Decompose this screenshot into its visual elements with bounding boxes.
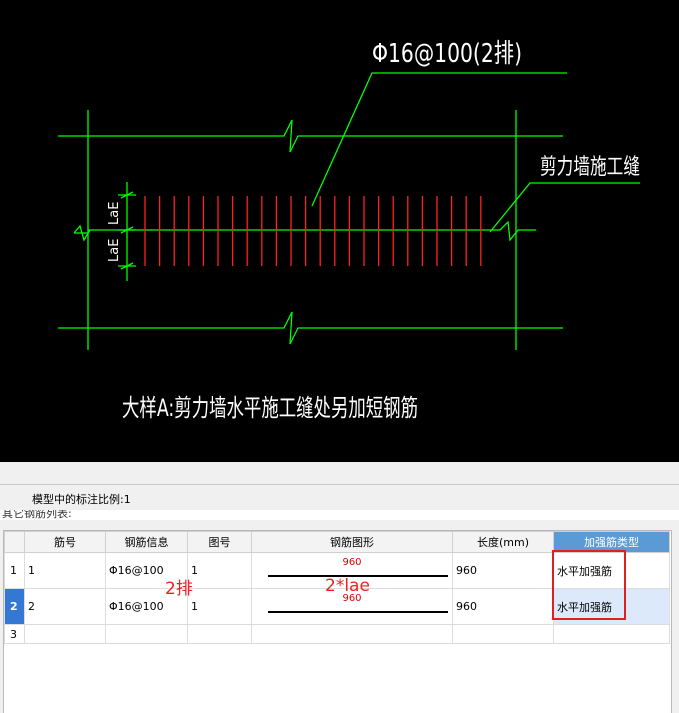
detail-caption: 大样A:剪力墙水平施工缝处另加短钢筋 xyxy=(122,394,418,422)
length-cell[interactable]: 960 xyxy=(452,588,554,625)
length-cell[interactable] xyxy=(452,624,554,644)
dim-lower-label: LaE xyxy=(107,239,122,262)
header-rownum xyxy=(4,531,25,553)
wall-top-line xyxy=(58,119,563,153)
panel-title-strip: 其它钢筋列表: xyxy=(0,510,679,520)
table-row[interactable]: 3 xyxy=(4,624,670,644)
joint-leader xyxy=(489,182,640,233)
fig-no-cell[interactable]: 1 xyxy=(187,552,252,589)
panel-title: 其它钢筋列表: xyxy=(2,510,72,520)
length-annotation: 2*lae xyxy=(325,576,370,596)
bar-info-cell[interactable] xyxy=(105,624,188,644)
bar-no-cell[interactable]: 2 xyxy=(24,588,106,625)
header-bar-shape[interactable]: 钢筋图形 xyxy=(251,531,453,553)
scale-label: 模型中的标注比例:1 xyxy=(32,493,131,506)
fig-no-cell[interactable] xyxy=(187,624,252,644)
rebar-leader xyxy=(311,72,567,207)
joint-label: 剪力墙施工缝 xyxy=(540,155,640,180)
reinforce-type-cell[interactable] xyxy=(553,624,670,644)
bar-shape-line xyxy=(268,611,448,613)
header-bar-no[interactable]: 筋号 xyxy=(24,531,106,553)
cad-drawing-view: Φ16@100(2排) 剪力墙施工缝 LaE LaE 大样A:剪力墙水平施工缝处… xyxy=(0,0,679,462)
bar-shape-cell[interactable] xyxy=(251,624,453,644)
header-bar-info[interactable]: 钢筋信息 xyxy=(105,531,188,553)
bar-no-cell[interactable] xyxy=(24,624,106,644)
view-gap xyxy=(0,462,679,484)
header-length[interactable]: 长度(mm) xyxy=(452,531,554,553)
cad-canvas: Φ16@100(2排) 剪力墙施工缝 LaE LaE 大样A:剪力墙水平施工缝处… xyxy=(58,39,640,422)
rebar-group xyxy=(144,196,482,266)
rebar-spec-label: Φ16@100(2排) xyxy=(372,39,522,69)
shape-length-label: 960 xyxy=(342,557,362,568)
row-number[interactable]: 3 xyxy=(4,624,25,644)
bar-no-cell[interactable]: 1 xyxy=(24,552,106,589)
length-cell[interactable]: 960 xyxy=(452,552,554,589)
header-fig-no[interactable]: 图号 xyxy=(187,531,252,553)
dim-upper-label: LaE xyxy=(107,202,122,225)
rows-annotation: 2排 xyxy=(165,579,193,599)
row-number[interactable]: 1 xyxy=(4,552,25,589)
wall-bottom-line xyxy=(58,311,563,345)
scale-toolbar: 模型中的标注比例:1 xyxy=(0,484,679,511)
highlight-box xyxy=(552,550,626,620)
row-number[interactable]: 2 xyxy=(4,588,25,625)
fig-no-cell[interactable]: 1 xyxy=(187,588,252,625)
